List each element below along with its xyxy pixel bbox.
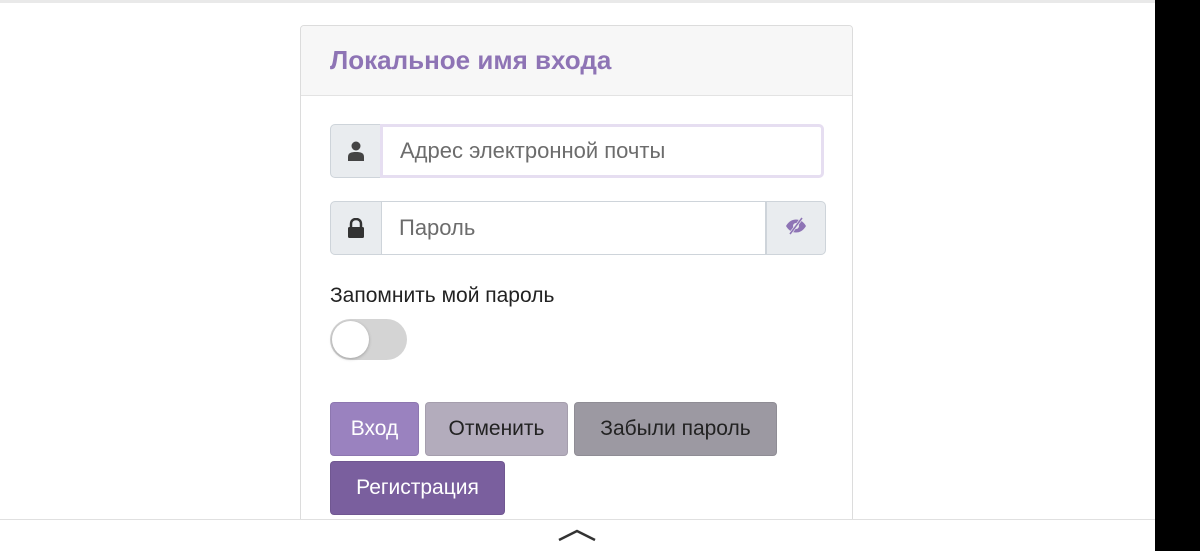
eye-slash-icon (784, 216, 808, 240)
remember-password-toggle[interactable] (330, 319, 407, 360)
forgot-password-button[interactable]: Забыли пароль (574, 402, 777, 456)
email-field[interactable] (380, 124, 824, 178)
toggle-password-visibility-button[interactable] (766, 201, 826, 255)
toggle-knob (332, 321, 369, 358)
screen-edge (1155, 0, 1200, 551)
bottom-bar (0, 519, 1155, 552)
login-button[interactable]: Вход (330, 402, 419, 456)
user-icon (330, 124, 382, 178)
password-input-group (330, 201, 826, 255)
email-input-group (330, 124, 824, 178)
top-divider (0, 0, 1156, 3)
remember-password-label: Запомнить мой пароль (330, 284, 555, 307)
lock-icon (330, 201, 382, 255)
chevron-up-icon[interactable] (557, 528, 597, 547)
register-button[interactable]: Регистрация (330, 461, 505, 515)
cancel-button[interactable]: Отменить (425, 402, 568, 456)
login-panel: Локальное имя входа Адрес электронной по… (300, 25, 853, 545)
panel-title: Локальное имя входа (330, 45, 612, 75)
panel-header: Локальное имя входа (301, 26, 852, 96)
password-field[interactable] (382, 201, 766, 255)
